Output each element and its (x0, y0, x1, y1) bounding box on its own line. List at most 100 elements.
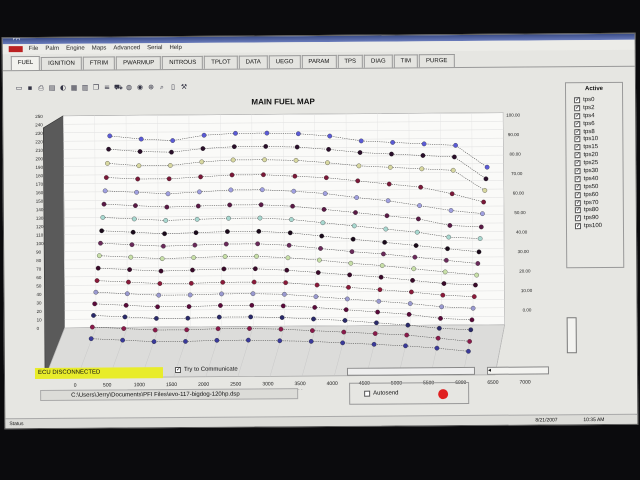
tab-tplot[interactable]: TPLOT (204, 55, 238, 69)
series-point-tps8 (376, 298, 382, 304)
checkbox-checked-icon[interactable]: ✓ (574, 184, 581, 190)
series-point-tps90 (389, 151, 394, 157)
active-item-tps10[interactable]: ✓ tps10 (574, 135, 601, 143)
checkbox-checked-icon[interactable]: ✓ (574, 152, 581, 159)
save-icon[interactable]: ▪ (26, 84, 34, 92)
checkbox-checked-icon[interactable]: ✓ (574, 192, 581, 198)
active-item-tps50[interactable]: ✓ tps50 (574, 183, 602, 191)
tab-pwarmup[interactable]: PWARMUP (116, 56, 162, 70)
menu-file[interactable]: File (29, 46, 39, 52)
checkbox-checked-icon[interactable]: ✓ (574, 168, 581, 175)
zoom-icon[interactable]: ⊕ (147, 83, 155, 91)
car-icon[interactable]: ⛟ (114, 83, 123, 91)
vertical-scrollbar[interactable] (566, 317, 577, 354)
checkbox-checked-icon[interactable]: ✓ (574, 105, 580, 112)
print-icon[interactable]: ⎙ (37, 84, 45, 92)
horizontal-scrollbar[interactable]: ◂ (486, 366, 550, 375)
y-tick-label: 120 (36, 224, 44, 229)
active-item-tps0[interactable]: ✓ tps0 (574, 96, 601, 104)
checkbox-checked-icon[interactable]: ✓ (574, 144, 580, 151)
page-icon[interactable]: ▯ (169, 83, 177, 91)
active-item-tps40[interactable]: ✓ tps40 (574, 175, 602, 183)
tab-tim[interactable]: TIM (393, 54, 419, 68)
active-item-tps15[interactable]: ✓ tps15 (574, 143, 601, 151)
tab-uego[interactable]: UEGO (268, 55, 301, 69)
checkbox-checked-icon[interactable]: ✓ (574, 137, 580, 143)
tab-ftrim[interactable]: FTRIM (82, 56, 116, 70)
scroll-arrow-icon[interactable]: ◂ (488, 368, 491, 374)
series-point-tps20 (348, 260, 354, 266)
active-item-tps25[interactable]: ✓ tps25 (574, 159, 602, 167)
checkbox-checked-icon[interactable]: ✓ (574, 176, 581, 183)
series-point-tps6 (92, 301, 98, 307)
checkbox-checked-icon[interactable]: ✓ (574, 215, 581, 222)
chart-type-icon[interactable]: ▤ (48, 84, 56, 92)
list-icon[interactable]: ≡ (103, 83, 111, 91)
series-point-tps70 (449, 191, 455, 197)
active-item-label: tps30 (583, 168, 599, 175)
active-item-label: tps25 (583, 160, 599, 167)
series-point-tps6 (375, 309, 380, 315)
series-point-tps2 (89, 324, 95, 330)
series-point-tps80 (482, 188, 488, 193)
checkbox-checked-icon[interactable]: ✓ (574, 200, 581, 206)
checkbox-checked-icon[interactable]: ✓ (574, 223, 581, 230)
series-point-tps80 (419, 166, 425, 172)
active-item-tps70[interactable]: ✓ tps70 (574, 199, 602, 207)
open-icon[interactable]: ▭ (15, 84, 23, 92)
record-indicator-icon[interactable] (438, 389, 449, 400)
active-item-tps20[interactable]: ✓ tps20 (574, 151, 601, 159)
active-item-tps8[interactable]: ✓ tps8 (574, 128, 601, 136)
series-point-tps0 (340, 340, 345, 346)
active-item-tps2[interactable]: ✓ tps2 (574, 104, 601, 112)
menu-advanced[interactable]: Advanced (113, 45, 140, 51)
hammer-icon[interactable]: ⚒ (180, 83, 188, 91)
series-point-tps10 (314, 282, 320, 288)
menu-maps[interactable]: Maps (92, 45, 107, 51)
series-point-tps10 (440, 292, 446, 298)
tab-param[interactable]: PARAM (301, 54, 337, 69)
autosend-checkbox[interactable]: Autosend (364, 390, 399, 397)
checkbox-checked-icon[interactable]: ✓ (574, 208, 581, 214)
checkbox-checked-icon[interactable]: ✓ (574, 160, 581, 167)
table-icon[interactable]: ▥ (81, 84, 89, 92)
checkbox-checked-icon[interactable]: ✓ (574, 97, 580, 104)
series-point-tps4 (216, 314, 222, 320)
menu-help[interactable]: Help (169, 45, 181, 51)
y-tick-label: 170 (36, 182, 44, 187)
copy-icon[interactable]: ❐ (92, 84, 100, 92)
active-item-tps90[interactable]: ✓ tps90 (574, 214, 602, 222)
menu-serial[interactable]: Serial (147, 45, 162, 51)
series-point-tps60 (197, 189, 202, 195)
color-icon[interactable]: ◐ (59, 84, 67, 92)
tab-fuel[interactable]: FUEL (10, 55, 41, 71)
series-point-tps6 (406, 312, 412, 317)
active-item-tps80[interactable]: ✓ tps80 (574, 207, 602, 215)
checkbox-checked-icon[interactable]: ✓ (574, 113, 580, 119)
tab-ignition[interactable]: IGNITION (41, 56, 82, 70)
tab-nitrous[interactable]: NITROUS (162, 55, 204, 70)
active-item-tps6[interactable]: ✓ tps6 (574, 120, 601, 128)
checkbox-checked-icon[interactable]: ✓ (574, 129, 580, 135)
globe-icon[interactable]: ◍ (125, 83, 133, 91)
tab-diag[interactable]: DIAG (363, 54, 393, 68)
status-time: 10:35 AM (583, 417, 605, 424)
checkbox-unchecked-icon[interactable] (364, 390, 371, 397)
menu-engine[interactable]: Engine (66, 46, 85, 52)
checkbox-checked-icon[interactable]: ✓ (174, 367, 181, 374)
series-point-tps90 (294, 144, 300, 150)
tab-tps[interactable]: TPS (337, 54, 364, 68)
tab-data[interactable]: DATA (238, 55, 268, 69)
checkbox-checked-icon[interactable]: ✓ (574, 121, 580, 127)
active-item-tps30[interactable]: ✓ tps30 (574, 167, 602, 175)
active-item-tps4[interactable]: ✓ tps4 (574, 112, 601, 120)
series-point-tps50 (101, 201, 107, 207)
menu-palm[interactable]: Palm (45, 46, 59, 52)
disk-icon[interactable]: ◉ (136, 83, 144, 91)
tab-purge[interactable]: PURGE (418, 54, 455, 68)
grid-icon[interactable]: ▦ (70, 84, 78, 92)
try-communicate-checkbox[interactable]: ✓ Try to Communicate (174, 367, 238, 374)
active-item-tps100[interactable]: ✓ tps100 (574, 222, 602, 230)
find-icon[interactable]: ⌕ (158, 83, 166, 91)
active-item-tps60[interactable]: ✓ tps60 (574, 191, 602, 199)
